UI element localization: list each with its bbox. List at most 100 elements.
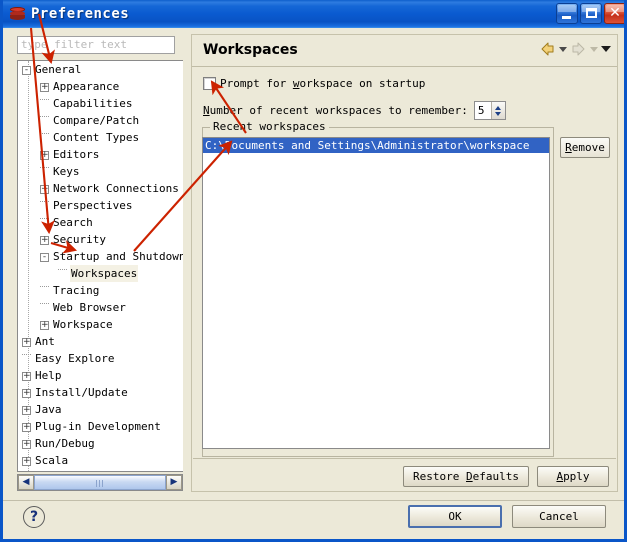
tree-connector-icon [58, 269, 67, 279]
help-button[interactable]: ? [23, 506, 45, 528]
back-arrow-icon[interactable] [539, 41, 556, 57]
scrollbar-track[interactable] [34, 475, 166, 490]
tree-item-scala-worksheet[interactable]: +Scala Worksheet [18, 469, 183, 471]
tree-item-ant[interactable]: + Ant [18, 333, 183, 350]
tree-item-label: Security [52, 231, 107, 248]
tree-item-label: Scala Worksheet [34, 469, 136, 471]
prompt-for-workspace-row: Prompt for workspace on startup [203, 77, 425, 90]
recent-count-label-after: umber of recent workspaces to remember: [209, 104, 468, 117]
prompt-for-workspace-checkbox[interactable] [203, 77, 216, 90]
tree-connector-icon [40, 116, 49, 126]
stepper-down-icon[interactable] [495, 111, 502, 116]
tree-item-general[interactable]: - General [18, 61, 183, 78]
expand-icon[interactable]: + [40, 320, 49, 330]
tree-connector-icon [40, 133, 49, 143]
tree-horizontal-scrollbar[interactable]: ◀ ▶ [17, 474, 183, 491]
back-history-chevron-down-icon[interactable] [559, 46, 567, 52]
filter-input[interactable]: type filter text [17, 36, 175, 54]
recent-count-mnemonic: N [203, 104, 210, 117]
apply-after: pply [563, 470, 590, 483]
preference-tree[interactable]: - General + Appearance Capabilities Compare/P… [17, 60, 183, 472]
tree-item-startup-and-shutdown[interactable]: - Startup and Shutdown [18, 248, 183, 265]
tree-item-perspectives[interactable]: Perspectives [18, 197, 183, 214]
tree-item-label: Help [34, 367, 63, 384]
tree-item-plug-in-development[interactable]: + Plug-in Development [18, 418, 183, 435]
expand-icon[interactable]: + [22, 456, 31, 466]
tree-item-label: Web Browser [52, 299, 127, 316]
tree-item-capabilities[interactable]: Capabilities [18, 95, 183, 112]
expand-icon[interactable]: + [22, 337, 31, 347]
tree-item-install-update[interactable]: + Install/Update [18, 384, 183, 401]
ok-button[interactable]: OK [408, 505, 502, 528]
expand-icon[interactable]: + [40, 184, 49, 194]
page-header: Workspaces [192, 35, 617, 67]
restore-defaults-button[interactable]: Restore Defaults [403, 466, 529, 487]
stepper-up-icon[interactable] [495, 105, 502, 110]
tree-item-workspaces[interactable]: Workspaces [18, 265, 183, 282]
tree-connector-icon [40, 201, 49, 211]
tree-item-security[interactable]: + Security [18, 231, 183, 248]
scrollbar-thumb[interactable] [34, 475, 166, 490]
tree-connector-icon [40, 218, 49, 228]
expand-icon[interactable]: + [22, 371, 31, 381]
expand-icon[interactable]: + [22, 422, 31, 432]
window-controls: ✕ [556, 3, 624, 24]
remove-rest: emove [571, 141, 605, 154]
expand-icon[interactable]: + [22, 439, 31, 449]
close-button[interactable]: ✕ [604, 3, 624, 24]
tree-item-editors[interactable]: + Editors [18, 146, 183, 163]
stepper-buttons[interactable] [490, 102, 505, 119]
recent-count-label: Number of recent workspaces to remember: [203, 104, 468, 117]
tree-item-label: Install/Update [34, 384, 129, 401]
tree-item-content-types[interactable]: Content Types [18, 129, 183, 146]
restore-defaults-before: Restore [413, 470, 467, 483]
tree-item-keys[interactable]: Keys [18, 163, 183, 180]
tree-item-label: Content Types [52, 129, 141, 146]
tree-item-run-debug[interactable]: + Run/Debug [18, 435, 183, 452]
tree-item-workspace[interactable]: + Workspace [18, 316, 183, 333]
tree-item-compare-patch[interactable]: Compare/Patch [18, 112, 183, 129]
tree-item-network-connections[interactable]: + Network Connections [18, 180, 183, 197]
collapse-icon[interactable]: - [22, 65, 31, 75]
collapse-icon[interactable]: - [40, 252, 49, 262]
tree-item-appearance[interactable]: + Appearance [18, 78, 183, 95]
forward-history-chevron-down-icon [590, 46, 598, 52]
scroll-right-icon[interactable]: ▶ [166, 475, 182, 490]
tree-connector-icon [22, 354, 31, 364]
prompt-for-workspace-label: Prompt for workspace on startup [220, 77, 425, 90]
tree-item-tracing[interactable]: Tracing [18, 282, 183, 299]
expand-icon[interactable]: + [22, 388, 31, 398]
recent-workspaces-count-row: Number of recent workspaces to remember:… [203, 101, 506, 120]
expand-icon[interactable]: + [40, 150, 49, 160]
preference-page-pane: Workspaces Prompt for workspace on start… [191, 34, 618, 492]
tree-item-label: Scala [34, 452, 70, 469]
tree-item-web-browser[interactable]: Web Browser [18, 299, 183, 316]
tree-item-scala[interactable]: + Scala [18, 452, 183, 469]
tree-item-java[interactable]: + Java [18, 401, 183, 418]
recent-workspace-item[interactable]: C:\Documents and Settings\Administrator\… [203, 138, 549, 153]
tree-connector-icon [40, 286, 49, 296]
expand-icon[interactable]: + [40, 82, 49, 92]
recent-count-stepper[interactable]: 5 [473, 101, 506, 120]
tree-item-label: Ant [34, 333, 56, 350]
dialog-buttons: OK Cancel [408, 505, 606, 528]
recent-workspaces-list[interactable]: C:\Documents and Settings\Administrator\… [202, 137, 550, 449]
tree-item-label: Perspectives [52, 197, 134, 214]
expand-icon[interactable]: + [40, 235, 49, 245]
scroll-left-icon[interactable]: ◀ [18, 475, 34, 490]
tree-item-label: Keys [52, 163, 81, 180]
recent-count-value[interactable]: 5 [475, 102, 491, 119]
maximize-button[interactable] [580, 3, 602, 24]
tree-item-label: Run/Debug [34, 435, 96, 452]
apply-button[interactable]: Apply [537, 466, 609, 487]
cancel-button[interactable]: Cancel [512, 505, 606, 528]
tree-item-search[interactable]: Search [18, 214, 183, 231]
tree-item-label: General [34, 61, 83, 78]
expand-icon[interactable]: + [22, 405, 31, 415]
tree-item-label: Java [34, 401, 63, 418]
tree-item-easy-explore[interactable]: Easy Explore [18, 350, 183, 367]
view-menu-chevron-down-icon[interactable] [601, 46, 611, 52]
minimize-button[interactable] [556, 3, 578, 24]
tree-item-help[interactable]: + Help [18, 367, 183, 384]
remove-button[interactable]: Remove [560, 137, 610, 158]
